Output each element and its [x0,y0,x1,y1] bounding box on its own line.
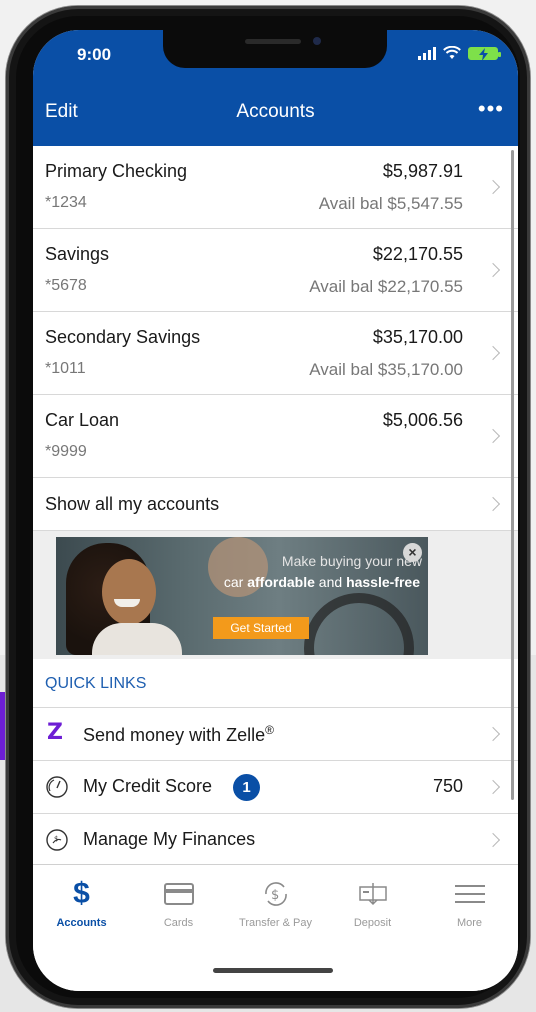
quick-link-zelle[interactable]: Z Send money with Zelle® [33,708,518,761]
account-number: *1011 [45,360,86,377]
account-number: *5678 [45,277,87,294]
account-row-car-loan[interactable]: Car Loan *9999 $5,006.56 [33,395,518,478]
quick-link-credit-score[interactable]: My Credit Score 1 750 [33,761,518,814]
available-balance: Avail bal $22,170.55 [309,277,463,296]
promo-photo-shirt [92,623,182,655]
tab-label: Deposit [353,917,392,929]
device-notch [163,30,387,68]
tab-cards[interactable]: Cards [130,877,227,929]
promo-photo-face [102,559,156,625]
account-name: Primary Checking [45,161,188,181]
svg-text:$: $ [271,888,279,903]
tab-more[interactable]: More [421,877,518,929]
status-time: 9:00 [77,45,112,64]
dollar-icon: $ [73,877,90,910]
notification-badge: 1 [233,774,260,801]
chevron-right-icon [485,496,501,512]
quick-links-title: QUICK LINKS [45,675,147,692]
chevron-right-icon [485,832,501,848]
credit-score-label: My Credit Score [83,776,213,796]
wifi-icon [443,46,461,59]
tab-accounts[interactable]: $ Accounts [33,877,130,929]
home-indicator[interactable] [213,968,333,973]
account-row-savings[interactable]: Savings *5678 $22,170.55 Avail bal $22,1… [33,229,518,312]
speaker-grille [245,39,301,44]
tab-label: Accounts [56,917,107,929]
show-all-label: Show all my accounts [45,494,220,514]
chevron-right-icon [485,428,501,444]
tab-label: Transfer & Pay [239,917,312,929]
chevron-right-icon [485,779,501,795]
car-loan-promo-banner[interactable]: Make buying your new car affordable and … [56,537,428,655]
account-name: Secondary Savings [45,327,201,347]
get-started-button[interactable]: Get Started [213,617,309,639]
account-name: Car Loan [45,410,120,430]
speedometer-icon [46,776,68,798]
account-balance: $35,170.00 [372,327,463,347]
tab-transfer-pay[interactable]: $ Transfer & Pay [227,877,324,929]
account-name: Savings [45,244,110,264]
account-balance: $5,006.56 [382,410,463,430]
finances-icon: $ [46,829,68,851]
card-icon [130,877,227,911]
show-all-accounts-link[interactable]: Show all my accounts [33,478,518,531]
account-number: *1234 [45,194,87,211]
status-icons [418,46,501,61]
scrollbar[interactable] [511,150,514,800]
zelle-label: Send money with Zelle® [83,723,274,745]
transfer-icon: $ [227,877,324,911]
deposit-check-icon [324,877,421,911]
quick-links-header: QUICK LINKS [33,659,518,708]
account-row-primary-checking[interactable]: Primary Checking *1234 $5,987.91 Avail b… [33,146,518,229]
zelle-icon: Z [47,720,63,745]
manage-finances-label: Manage My Finances [83,829,256,849]
account-balance: $22,170.55 [372,244,463,264]
accounts-list: Primary Checking *1234 $5,987.91 Avail b… [33,146,518,867]
cellular-signal-icon [418,47,436,60]
tab-deposit[interactable]: Deposit [324,877,421,929]
more-options-icon[interactable]: ••• [478,96,504,122]
credit-score-value: 750 [432,776,463,796]
promo-headline: Make buying your new [281,553,422,569]
available-balance: Avail bal $35,170.00 [309,360,463,379]
battery-charging-icon [468,47,501,61]
chevron-right-icon [485,345,501,361]
svg-text:$: $ [54,835,58,843]
promo-banner-area: Make buying your new car affordable and … [33,531,518,659]
chevron-right-icon [485,179,501,195]
account-balance: $5,987.91 [382,161,463,181]
chevron-right-icon [485,726,501,742]
app-screen: 9:00 Edit Accounts ••• Primary Checking … [33,30,518,991]
account-number: *9999 [45,443,87,460]
promo-subheadline: car affordable and hassle-free [223,574,420,590]
promo-photo-smile [114,599,140,607]
tab-label: Cards [163,917,194,929]
chevron-right-icon [485,262,501,278]
front-camera [313,37,321,45]
close-icon[interactable]: × [403,543,422,562]
account-row-secondary-savings[interactable]: Secondary Savings *1011 $35,170.00 Avail… [33,312,518,395]
quick-link-manage-finances[interactable]: $ Manage My Finances [33,814,518,867]
promo-steering-wheel [304,593,414,655]
page-title: Accounts [236,101,315,122]
available-balance: Avail bal $5,547.55 [318,194,463,213]
menu-icon [421,877,518,911]
tab-label: More [456,917,483,929]
